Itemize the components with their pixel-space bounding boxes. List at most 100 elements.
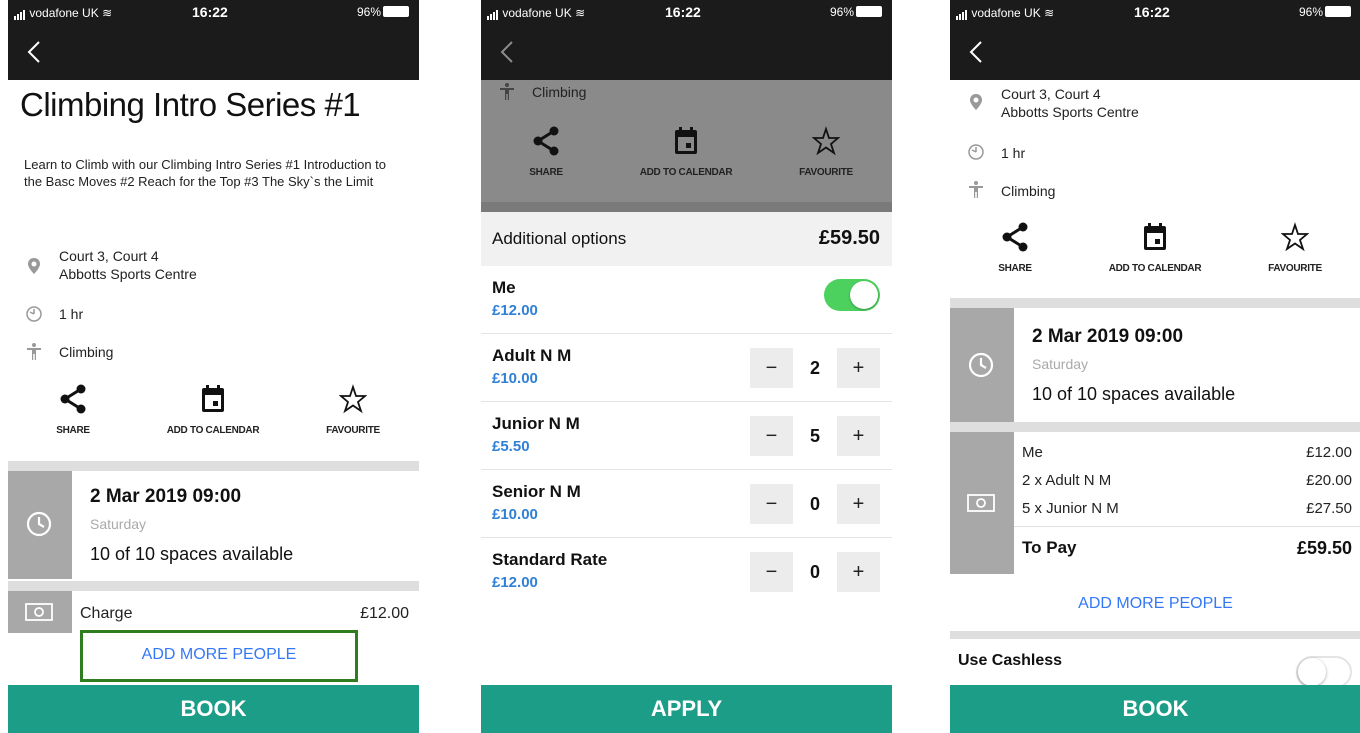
book-button[interactable]: BOOK: [950, 685, 1360, 733]
signal-icon: [14, 6, 26, 20]
location-line1: Court 3, Court 4: [59, 248, 159, 264]
options-total: £59.50: [818, 227, 880, 249]
option-row-junior: Junior N M £5.50 − 5 +: [481, 402, 892, 470]
option-price: £12.00: [492, 574, 538, 591]
option-price: £12.00: [492, 302, 538, 319]
share-label: SHARE: [56, 425, 90, 436]
favourite-label: FAVOURITE: [326, 425, 380, 436]
add-to-calendar-button[interactable]: ADD TO CALENDAR: [1090, 222, 1220, 274]
activity-text: Climbing: [532, 84, 587, 100]
divider: [950, 422, 1360, 432]
share-button[interactable]: SHARE: [481, 126, 611, 178]
location-pin-icon: [28, 258, 40, 274]
divider: [950, 631, 1360, 639]
timer-icon: [968, 144, 984, 160]
share-button[interactable]: SHARE: [8, 384, 138, 436]
option-name: Adult N M: [492, 346, 572, 365]
share-icon: [60, 384, 86, 414]
page-title: Climbing Intro Series #1: [20, 86, 361, 123]
summary-row: 5 x Junior N M £27.50: [1022, 500, 1352, 517]
session-day: Saturday: [1032, 356, 1089, 372]
add-to-calendar-button[interactable]: ADD TO CALENDAR: [148, 384, 278, 436]
increment-button[interactable]: +: [837, 416, 880, 456]
person-icon: [969, 181, 983, 198]
duration-text: 1 hr: [59, 306, 84, 322]
share-button[interactable]: SHARE: [950, 222, 1080, 274]
star-icon: [1280, 222, 1310, 252]
carrier-label: vodafone UK ≋: [956, 6, 1054, 20]
option-price: £10.00: [492, 506, 538, 523]
decrement-button[interactable]: −: [750, 416, 793, 456]
back-chevron-icon[interactable]: [968, 40, 984, 64]
share-icon: [533, 126, 559, 156]
favourite-label: FAVOURITE: [799, 167, 853, 178]
quantity-stepper: − 0 +: [750, 484, 880, 524]
quantity-stepper: − 2 +: [750, 348, 880, 388]
back-chevron-icon[interactable]: [26, 40, 42, 64]
to-pay-label: To Pay: [1022, 538, 1077, 557]
back-chevron-icon[interactable]: [499, 40, 515, 64]
favourite-button[interactable]: FAVOURITE: [761, 126, 891, 178]
divider: [481, 202, 892, 212]
location-line1: Court 3, Court 4: [1001, 86, 1101, 102]
status-time: 16:22: [665, 4, 701, 20]
add-more-people-button[interactable]: ADD MORE PEOPLE: [950, 588, 1360, 620]
timer-icon: [26, 306, 42, 322]
add-to-calendar-button[interactable]: ADD TO CALENDAR: [621, 126, 751, 178]
charge-amount: £12.00: [360, 605, 409, 622]
status-bar: vodafone UK ≋ 16:22 96%: [481, 0, 892, 80]
session-date: 2 Mar 2019 09:00: [90, 486, 242, 507]
summary-row: 2 x Adult N M £20.00: [1022, 472, 1352, 489]
decrement-button[interactable]: −: [750, 484, 793, 524]
apply-button[interactable]: APPLY: [481, 685, 892, 733]
duration-text: 1 hr: [1001, 145, 1026, 161]
increment-button[interactable]: +: [837, 552, 880, 592]
add-more-people-label: ADD MORE PEOPLE: [141, 646, 297, 663]
signal-icon: [956, 6, 968, 20]
book-button[interactable]: BOOK: [8, 685, 419, 733]
option-row-senior: Senior N M £10.00 − 0 +: [481, 470, 892, 538]
battery-indicator: 96%: [357, 5, 409, 19]
summary-amount: £20.00: [1306, 472, 1352, 489]
event-description: Learn to Climb with our Climbing Intro S…: [24, 157, 387, 189]
favourite-button[interactable]: FAVOURITE: [1230, 222, 1360, 274]
location-pin-icon: [970, 94, 982, 110]
battery-icon: [383, 6, 409, 17]
calendar-icon: [675, 127, 697, 154]
star-icon: [338, 384, 368, 414]
dimmed-overlay[interactable]: Climbing SHARE ADD TO CALENDAR FAVOURITE: [481, 80, 892, 212]
increment-button[interactable]: +: [837, 348, 880, 388]
person-icon: [27, 343, 41, 360]
battery-icon: [856, 6, 882, 17]
divider: [8, 461, 419, 471]
availability-text: 10 of 10 spaces available: [1032, 384, 1236, 404]
screen-event-details: vodafone UK ≋ 16:22 96% Climbing Intro S…: [8, 0, 419, 733]
status-time: 16:22: [1134, 4, 1170, 20]
use-cashless-toggle[interactable]: [1296, 656, 1352, 688]
favourite-button[interactable]: FAVOURITE: [288, 384, 418, 436]
battery-icon: [1325, 6, 1351, 17]
carrier-label: vodafone UK ≋: [487, 6, 585, 20]
quantity-stepper: − 0 +: [750, 552, 880, 592]
divider: [8, 581, 419, 591]
wifi-icon: ≋: [575, 6, 586, 20]
availability-text: 10 of 10 spaces available: [90, 544, 294, 564]
summary-label: 5 x Junior N M: [1022, 500, 1119, 517]
date-section-marker: [8, 471, 72, 579]
decrement-button[interactable]: −: [750, 348, 793, 388]
screen-additional-options: vodafone UK ≋ 16:22 96% Climbing SHARE A…: [481, 0, 892, 733]
activity-text: Climbing: [59, 344, 114, 360]
decrement-button[interactable]: −: [750, 552, 793, 592]
quantity-value: 0: [793, 484, 837, 524]
wifi-icon: ≋: [1044, 6, 1055, 20]
calendar-label: ADD TO CALENDAR: [166, 425, 260, 436]
add-more-people-button[interactable]: ADD MORE PEOPLE: [80, 630, 358, 682]
me-toggle[interactable]: [824, 279, 880, 311]
option-row-adult: Adult N M £10.00 − 2 +: [481, 334, 892, 402]
quantity-stepper: − 5 +: [750, 416, 880, 456]
options-header-label: Additional options: [492, 229, 627, 248]
increment-button[interactable]: +: [837, 484, 880, 524]
session-date: 2 Mar 2019 09:00: [1032, 326, 1184, 347]
payment-section-marker: [950, 432, 1014, 574]
status-time: 16:22: [192, 4, 228, 20]
